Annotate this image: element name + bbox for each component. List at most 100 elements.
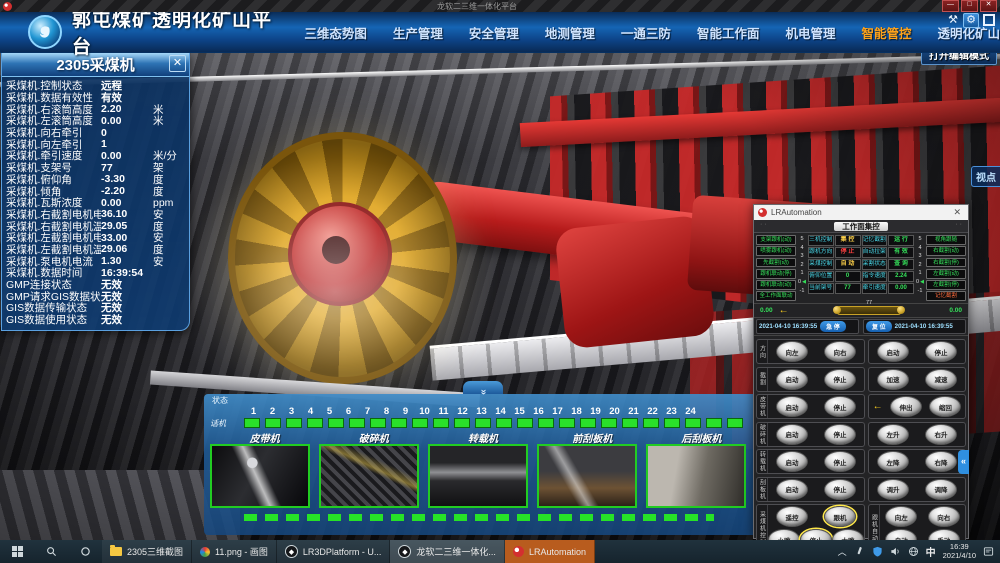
taskbar-item[interactable]: 2305三维截图 bbox=[102, 540, 192, 563]
control-button-启动[interactable]: 启动 bbox=[776, 369, 808, 390]
nav-item-生产管理[interactable]: 生产管理 bbox=[393, 23, 443, 42]
channel-status-square[interactable] bbox=[727, 418, 743, 428]
estop-button[interactable]: 急 停 bbox=[820, 321, 846, 332]
quick-button-右截割(动)[interactable]: 右截割(动) bbox=[926, 246, 966, 256]
channel-status-square[interactable] bbox=[286, 418, 302, 428]
control-button-停止[interactable]: 停止 bbox=[824, 396, 856, 417]
control-button-启动[interactable]: 启动 bbox=[776, 479, 808, 500]
lr-collapse-arrow[interactable]: « bbox=[958, 450, 969, 474]
camera-thumbnail-转载机[interactable] bbox=[428, 444, 528, 508]
channel-status-square[interactable] bbox=[517, 418, 533, 428]
fullscreen-icon[interactable] bbox=[982, 14, 996, 27]
control-button-停止[interactable]: 停止 bbox=[925, 341, 957, 362]
task-view-icon[interactable] bbox=[68, 540, 102, 563]
defender-shield-icon[interactable] bbox=[872, 546, 883, 557]
pen-icon[interactable] bbox=[854, 546, 865, 557]
control-button-调降[interactable]: 调降 bbox=[925, 479, 957, 500]
channel-status-square[interactable] bbox=[265, 418, 281, 428]
viewpoint-tab[interactable]: 视点 bbox=[971, 166, 1000, 187]
control-button-右降[interactable]: 右降 bbox=[925, 451, 957, 472]
nav-item-机电管理[interactable]: 机电管理 bbox=[785, 23, 835, 42]
control-button-向左[interactable]: 向左 bbox=[776, 341, 808, 362]
control-button-左降[interactable]: 左降 bbox=[877, 451, 909, 472]
channel-status-square[interactable] bbox=[622, 418, 638, 428]
speaker-icon[interactable] bbox=[890, 546, 901, 557]
channel-status-square[interactable] bbox=[559, 418, 575, 428]
channel-status-square[interactable] bbox=[706, 418, 722, 428]
minimize-button[interactable]: — bbox=[942, 0, 959, 12]
channel-status-square[interactable] bbox=[664, 418, 680, 428]
quick-button-全工作面联动[interactable]: 全工作面联动 bbox=[756, 291, 796, 301]
taskbar-item[interactable]: LRAutomation bbox=[505, 540, 595, 563]
start-button[interactable] bbox=[0, 540, 34, 563]
control-button-加速[interactable]: 加速 bbox=[877, 369, 909, 390]
camera-thumbnail-破碎机[interactable] bbox=[319, 444, 419, 508]
quick-button-记忆截割[interactable]: 记忆截割 bbox=[926, 291, 966, 301]
quick-button-支架跟机(动)[interactable]: 支架跟机(动) bbox=[756, 235, 796, 245]
taskbar-item[interactable]: ◆龙软二三维一体化... bbox=[390, 540, 505, 563]
quick-button-喷雾跟机(动)[interactable]: 喷雾跟机(动) bbox=[756, 246, 796, 256]
control-button-跟机[interactable]: 跟机 bbox=[824, 506, 856, 527]
settings-gear-icon[interactable]: ⚙ bbox=[963, 13, 979, 28]
camera-thumbnail-前刮板机[interactable] bbox=[537, 444, 637, 508]
channel-status-square[interactable] bbox=[601, 418, 617, 428]
control-button-伸出[interactable]: 伸出 bbox=[890, 396, 922, 417]
control-button-启动[interactable]: 启动 bbox=[776, 396, 808, 417]
control-button-减速[interactable]: 减速 bbox=[925, 369, 957, 390]
channel-status-square[interactable] bbox=[538, 418, 554, 428]
control-button-右升[interactable]: 右升 bbox=[925, 424, 957, 445]
channel-status-square[interactable] bbox=[580, 418, 596, 428]
quick-button-跟机联动(停)[interactable]: 跟机联动(停) bbox=[756, 269, 796, 279]
quick-button-视角跟随[interactable]: 视角跟随 bbox=[926, 235, 966, 245]
clock[interactable]: 16:39 2021/4/10 bbox=[943, 543, 976, 560]
control-button-停止[interactable]: 停止 bbox=[824, 451, 856, 472]
taskbar-item[interactable]: ◆LR3DPlatform - U... bbox=[277, 540, 391, 563]
nav-item-地测管理[interactable]: 地测管理 bbox=[545, 23, 595, 42]
control-button-向右[interactable]: 向右 bbox=[824, 341, 856, 362]
workface-control-tab[interactable]: 工作面集控 bbox=[834, 222, 888, 231]
channel-status-square[interactable] bbox=[454, 418, 470, 428]
maximize-button[interactable]: □ bbox=[961, 0, 978, 12]
control-button-启动[interactable]: 启动 bbox=[776, 424, 808, 445]
control-button-调升[interactable]: 调升 bbox=[877, 479, 909, 500]
channel-status-square[interactable] bbox=[643, 418, 659, 428]
nav-item-智能管控[interactable]: 智能管控 bbox=[861, 23, 911, 42]
network-globe-icon[interactable] bbox=[908, 546, 919, 557]
quick-button-左截割(动)[interactable]: 左截割(动) bbox=[926, 269, 966, 279]
nav-item-三维态势图[interactable]: 三维态势图 bbox=[304, 23, 367, 42]
hidden-icons-caret[interactable]: ︿ bbox=[838, 545, 847, 558]
control-button-向左[interactable]: 向左 bbox=[885, 506, 917, 527]
control-button-缩回[interactable]: 缩回 bbox=[929, 396, 961, 417]
lr-close-icon[interactable]: ✕ bbox=[950, 207, 964, 218]
control-button-停止[interactable]: 停止 bbox=[824, 369, 856, 390]
control-button-向右[interactable]: 向右 bbox=[928, 506, 960, 527]
quick-button-右截割(停)[interactable]: 右截割(停) bbox=[926, 258, 966, 268]
camera-thumbnail-后刮板机[interactable] bbox=[646, 444, 746, 508]
channel-status-square[interactable] bbox=[685, 418, 701, 428]
channel-status-square[interactable] bbox=[370, 418, 386, 428]
notification-center-icon[interactable] bbox=[983, 546, 994, 557]
ime-language-indicator[interactable]: 中 bbox=[926, 544, 936, 559]
quick-button-跟机联动(动)[interactable]: 跟机联动(动) bbox=[756, 280, 796, 290]
channel-status-square[interactable] bbox=[433, 418, 449, 428]
close-button[interactable]: ✕ bbox=[980, 0, 997, 12]
channel-status-square[interactable] bbox=[475, 418, 491, 428]
nav-item-安全管理[interactable]: 安全管理 bbox=[469, 23, 519, 42]
search-icon[interactable] bbox=[34, 540, 68, 563]
nav-item-智能工作面[interactable]: 智能工作面 bbox=[697, 23, 760, 42]
quick-button-左截割(停)[interactable]: 左截割(停) bbox=[926, 280, 966, 290]
control-button-遥控[interactable]: 遥控 bbox=[776, 506, 808, 527]
channel-status-square[interactable] bbox=[391, 418, 407, 428]
control-button-停止[interactable]: 停止 bbox=[824, 479, 856, 500]
control-button-左升[interactable]: 左升 bbox=[877, 424, 909, 445]
camera-thumbnail-皮带机[interactable] bbox=[210, 444, 310, 508]
collapse-chevron-icon[interactable]: » bbox=[463, 381, 503, 394]
channel-status-square[interactable] bbox=[496, 418, 512, 428]
taskbar-item[interactable]: 11.png - 画图 bbox=[192, 540, 277, 563]
quick-button-先截割(动)[interactable]: 先截割(动) bbox=[756, 258, 796, 268]
control-button-启动[interactable]: 启动 bbox=[877, 341, 909, 362]
control-button-停止[interactable]: 停止 bbox=[824, 424, 856, 445]
control-button-启动[interactable]: 启动 bbox=[776, 451, 808, 472]
channel-status-square[interactable] bbox=[307, 418, 323, 428]
channel-status-square[interactable] bbox=[244, 418, 260, 428]
